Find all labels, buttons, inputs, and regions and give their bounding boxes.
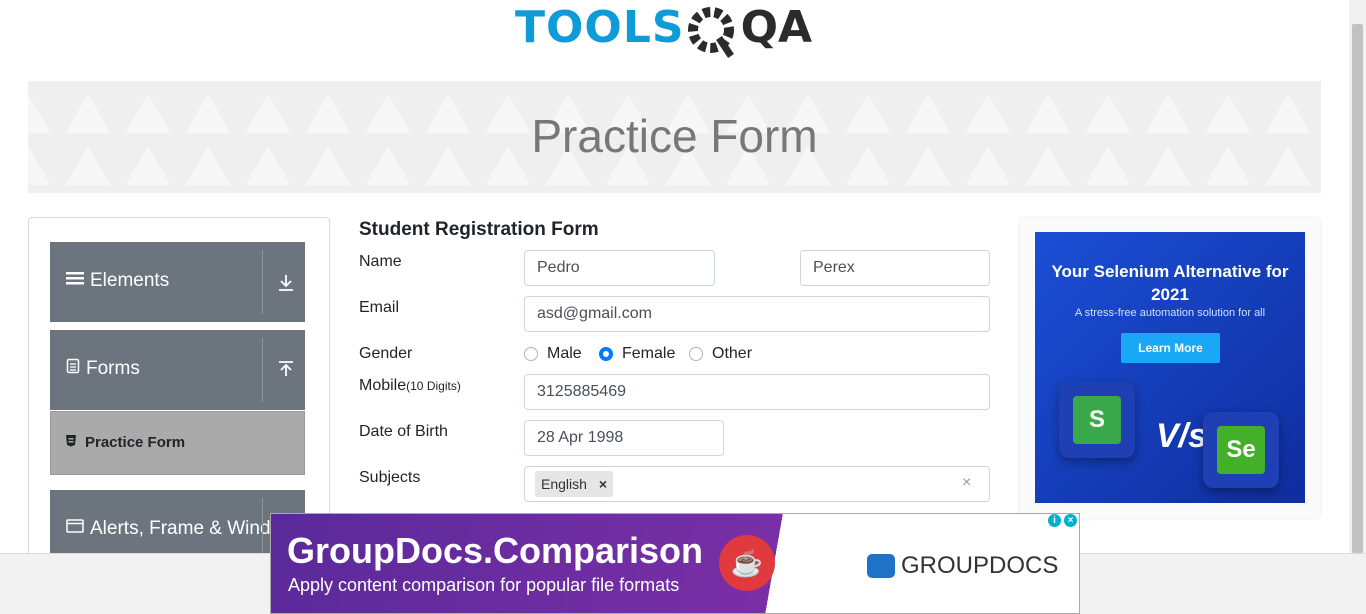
first-name-input[interactable]: Pedro xyxy=(524,250,715,286)
upload-icon[interactable] xyxy=(278,360,294,383)
email-label: Email xyxy=(359,299,400,316)
toolsqa-logo[interactable]: TOOLS QA xyxy=(515,4,812,72)
chip-remove-icon[interactable]: × xyxy=(593,476,613,492)
sidebar-group-elements[interactable]: Elements xyxy=(50,242,305,322)
ad-close-icon[interactable]: × xyxy=(1064,514,1077,527)
email-input[interactable]: asd@gmail.com xyxy=(524,296,990,332)
ad-info-icon[interactable]: i xyxy=(1048,514,1061,527)
divider xyxy=(262,338,263,402)
gender-radio-other[interactable]: Other xyxy=(689,345,752,363)
dob-label: Date of Birth xyxy=(359,423,448,440)
page-scrollbar[interactable] xyxy=(1349,0,1366,553)
ad-creative[interactable]: Your Selenium Alternative for 2021 A str… xyxy=(1035,232,1305,503)
radio-circle[interactable] xyxy=(689,347,703,361)
form-title: Student Registration Form xyxy=(359,219,599,240)
gender-radio-male[interactable]: Male xyxy=(524,345,582,363)
mobile-label: Mobile(10 Digits) xyxy=(359,377,461,394)
sidebar-item-label: Practice Form xyxy=(85,434,186,451)
last-name-input[interactable]: Perex xyxy=(800,250,990,286)
subjects-label: Subjects xyxy=(359,469,421,486)
sidebar-group-label: Forms xyxy=(66,358,140,380)
html-icon xyxy=(65,434,77,451)
sidebar-group-label: Elements xyxy=(66,270,169,292)
groupdocs-logo: GROUPDOCS xyxy=(867,552,1058,580)
ad-headline: GroupDocs.Comparison xyxy=(287,530,704,571)
gender-radio-female[interactable]: Female xyxy=(599,345,675,363)
java-icon: ☕ xyxy=(719,535,775,591)
divider xyxy=(262,250,263,314)
scrollbar-thumb[interactable] xyxy=(1352,24,1363,553)
page-title: Practice Form xyxy=(531,110,818,162)
download-icon[interactable] xyxy=(278,274,294,297)
sidebar-item-practice-form[interactable]: Practice Form xyxy=(50,411,305,475)
logo-tools-text: TOOLS xyxy=(515,2,685,53)
sidebar-group-forms[interactable]: Forms xyxy=(50,330,305,410)
logo-qa-text: QA xyxy=(740,2,813,53)
clear-subjects-icon[interactable]: × xyxy=(962,474,971,492)
subject-chip: English × xyxy=(535,471,614,497)
sidebar: Elements Forms Practice Form Alerts, Fra… xyxy=(28,217,330,559)
sidebar-group-label: Alerts, Frame & Windows xyxy=(66,518,304,540)
side-advertisement[interactable]: Your Selenium Alternative for 2021 A str… xyxy=(1020,218,1320,518)
ad-controls: i × xyxy=(1048,514,1077,527)
window-icon xyxy=(66,518,84,540)
mobile-hint: (10 Digits) xyxy=(406,379,461,393)
gear-icon xyxy=(685,4,737,65)
learn-more-button[interactable]: Learn More xyxy=(1121,333,1220,363)
document-icon xyxy=(66,358,80,380)
page-banner: Practice Form xyxy=(28,81,1321,193)
divider xyxy=(262,498,263,558)
groupdocs-mark-icon xyxy=(867,554,895,578)
mobile-input[interactable]: 3125885469 xyxy=(524,374,990,410)
katalon-logo-icon: S xyxy=(1059,382,1135,458)
selenium-logo-icon: Se xyxy=(1203,412,1279,488)
radio-circle-checked[interactable] xyxy=(599,347,613,361)
name-label: Name xyxy=(359,253,402,270)
hamburger-icon xyxy=(66,270,84,292)
ad-subline: Apply content comparison for popular fil… xyxy=(288,575,680,595)
sidebar-group-alerts[interactable]: Alerts, Frame & Windows xyxy=(50,490,305,558)
date-of-birth-input[interactable]: 28 Apr 1998 xyxy=(524,420,724,456)
bottom-advertisement[interactable]: GroupDocs.Comparison Apply content compa… xyxy=(270,513,1080,614)
versus-text: V/s xyxy=(1156,417,1208,455)
ad-subtext: A stress-free automation solution for al… xyxy=(1074,307,1266,319)
ad-headline: Your Selenium Alternative for 2021 xyxy=(1051,262,1289,304)
radio-circle[interactable] xyxy=(524,347,538,361)
gender-label: Gender xyxy=(359,345,413,362)
